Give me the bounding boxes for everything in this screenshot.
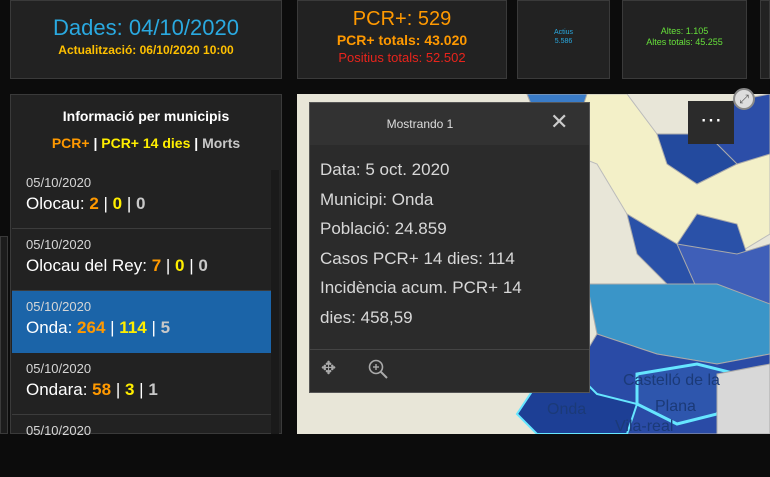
item-pcr: 58 xyxy=(92,380,112,399)
item-pcr14: 0 xyxy=(112,194,123,213)
popup-line: Data: 5 oct. 2020 xyxy=(320,160,450,179)
list-item-selected[interactable]: 05/10/2020 Onda: 264 | 114 | 5 xyxy=(12,291,271,353)
list-item[interactable]: 05/10/2020 xyxy=(12,415,271,477)
map-label-castello: Castelló de la xyxy=(623,372,720,389)
list-item[interactable]: 05/10/2020 Ondara: 58 | 3 | 1 xyxy=(12,353,271,415)
item-date: 05/10/2020 xyxy=(26,361,92,376)
item-morts: 5 xyxy=(160,318,171,337)
popup-footer: ✥ xyxy=(310,349,589,394)
dates-panel: Dades: 04/10/2020 Actualització: 06/10/2… xyxy=(10,0,282,79)
item-date: 05/10/2020 xyxy=(26,175,92,190)
map-label-onda: Onda xyxy=(547,401,587,418)
positive-total: Positius totals: 52.502 xyxy=(338,50,466,65)
popup-title: Mostrando 1 xyxy=(386,117,454,131)
item-pcr: 2 xyxy=(89,194,99,213)
altes-panel: Altes: 1.105 Altes totals: 45.255 xyxy=(622,0,747,79)
popup-body: Data: 5 oct. 2020 Municipi: Onda Poblaci… xyxy=(320,155,582,332)
item-municipality: Olocau: xyxy=(26,194,85,213)
list-item[interactable]: 05/10/2020 Olocau del Rey: 7 | 0 | 0 xyxy=(12,229,271,291)
item-morts: 0 xyxy=(136,194,146,213)
item-pcr14: 114 xyxy=(119,318,147,337)
altes-daily: Altes: 1.105 xyxy=(660,26,709,36)
item-municipality: Ondara: xyxy=(26,380,88,399)
item-morts: 1 xyxy=(148,380,158,399)
list-item[interactable]: 05/10/2020 Olocau: 2 | 0 | 0 xyxy=(12,167,271,229)
update-timestamp: Actualització: 06/10/2020 10:00 xyxy=(58,43,234,57)
item-pcr14: 0 xyxy=(175,256,185,275)
actius-label: Actius xyxy=(553,29,574,36)
altes-total: Altes totals: 45.255 xyxy=(646,37,723,47)
dates-title: Dades: 04/10/2020 xyxy=(53,15,239,40)
map-label-vilareal: Vila-real xyxy=(615,418,674,434)
zoom-icon[interactable] xyxy=(367,358,389,385)
item-municipality: Olocau del Rey: xyxy=(26,256,147,275)
map-label-plana: Plana xyxy=(655,398,696,415)
popup-line: Municipi: Onda xyxy=(320,189,434,209)
actius-panel: Actius 5.586 xyxy=(517,0,610,79)
list-title: Informació per municipis xyxy=(62,108,230,124)
list-scrollbar[interactable] xyxy=(271,170,279,434)
legend-morts: Morts xyxy=(202,135,241,151)
item-date: 05/10/2020 xyxy=(26,237,92,252)
actius-value: 5.586 xyxy=(554,38,573,45)
list-legend: PCR+ | PCR+ 14 dies | Morts xyxy=(51,135,241,151)
item-municipality: Onda: xyxy=(26,318,73,337)
item-date: 05/10/2020 xyxy=(26,299,92,314)
item-date: 05/10/2020 xyxy=(26,423,92,438)
item-pcr: 264 xyxy=(77,318,106,337)
legend-pcr14: PCR+ 14 dies xyxy=(101,135,191,151)
more-icon[interactable]: ⋯ xyxy=(688,101,734,144)
item-pcr: 7 xyxy=(151,256,162,275)
item-morts: 0 xyxy=(198,256,208,275)
edge-panel xyxy=(760,0,770,79)
expand-icon[interactable]: ⤢ xyxy=(733,88,755,110)
pcr-panel: PCR+: 529 PCR+ totals: 43.020 Positius t… xyxy=(297,0,507,79)
popup-line: Casos PCR+ 14 dies: 114 xyxy=(320,248,515,268)
popup-header: Mostrando 1 ✕ xyxy=(310,103,589,145)
pcr-daily: PCR+: 529 xyxy=(352,8,452,30)
popup-line: dies: 458,59 xyxy=(320,307,413,327)
close-icon[interactable]: ✕ xyxy=(550,111,568,133)
popup-line: Població: 24.859 xyxy=(320,219,447,238)
move-icon[interactable]: ✥ xyxy=(321,358,336,379)
legend-pcr: PCR+ xyxy=(51,135,90,151)
left-edge-panel xyxy=(0,236,8,434)
pcr-total: PCR+ totals: 43.020 xyxy=(336,32,468,48)
popup-line: Incidència acum. PCR+ 14 xyxy=(320,278,522,297)
info-popup: Mostrando 1 ✕ Data: 5 oct. 2020 Municipi… xyxy=(309,102,590,393)
